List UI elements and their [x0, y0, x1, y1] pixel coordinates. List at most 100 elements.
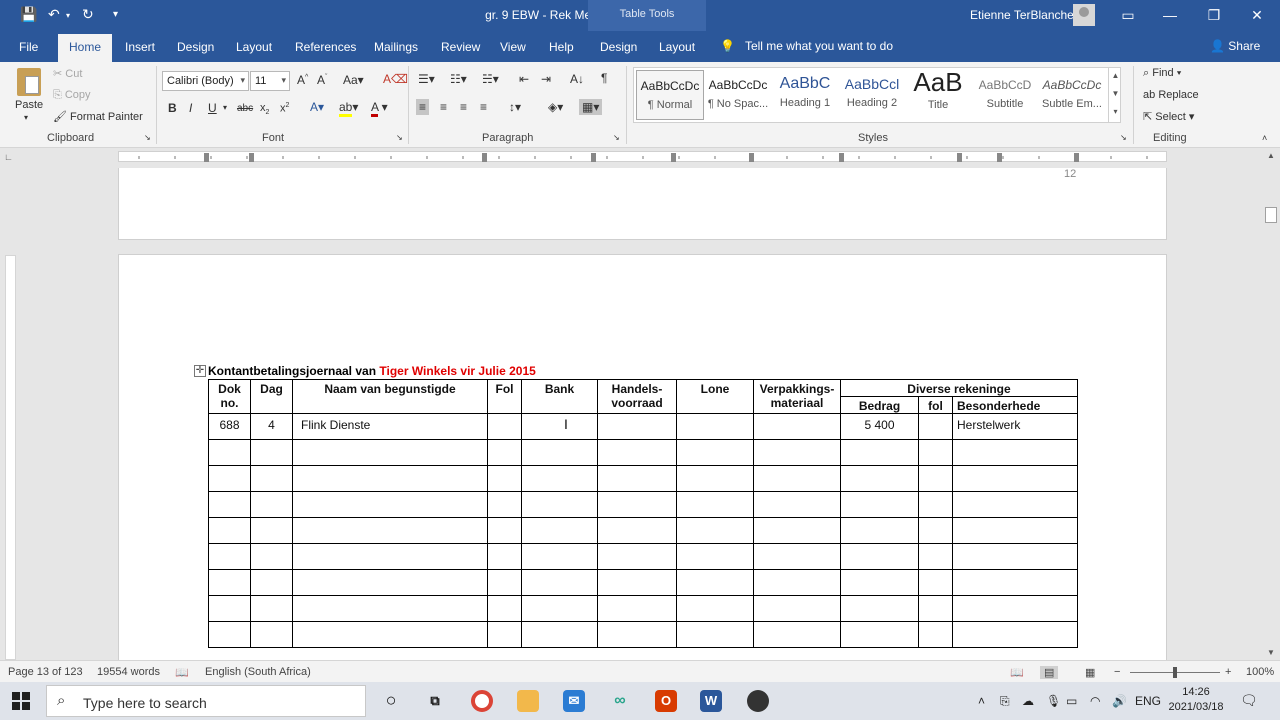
show-formatting-icon[interactable]: ¶ [601, 71, 607, 85]
empty-cell[interactable] [521, 621, 598, 648]
cell-fol[interactable] [487, 413, 522, 440]
tab-table-design[interactable]: Design [600, 40, 637, 54]
redo-icon[interactable]: ↻ [82, 6, 94, 23]
paste-dropdown-icon[interactable]: ▾ [24, 113, 28, 122]
style-normal[interactable]: AaBbCcDc ¶ Normal [636, 70, 704, 120]
empty-cell[interactable] [292, 517, 488, 544]
empty-cell[interactable] [292, 543, 488, 570]
borders-icon[interactable]: ▦▾ [579, 99, 603, 115]
empty-cell[interactable] [208, 491, 251, 518]
select-button[interactable]: ⇱ Select ▾ [1143, 110, 1194, 123]
header-lone[interactable]: Lone [676, 379, 754, 414]
empty-cell[interactable] [292, 439, 488, 466]
increase-indent-icon[interactable]: ⇥ [541, 72, 551, 86]
horizontal-ruler[interactable] [118, 151, 1167, 162]
cell-besonderhede[interactable]: Herstelwerk [952, 413, 1078, 440]
empty-cell[interactable] [208, 621, 251, 648]
language-indicator[interactable]: English (South Africa) [205, 666, 311, 678]
empty-cell[interactable] [250, 439, 293, 466]
empty-cell[interactable] [208, 439, 251, 466]
underline-icon[interactable]: U [208, 101, 217, 115]
empty-cell[interactable] [918, 465, 953, 492]
table-move-handle-icon[interactable]: ✛ [194, 365, 206, 377]
tell-me-search[interactable]: 💡 Tell me what you want to do [720, 39, 893, 53]
empty-cell[interactable] [753, 621, 841, 648]
user-name[interactable]: Etienne TerBlanche [970, 8, 1074, 22]
empty-cell[interactable] [840, 517, 919, 544]
undo-icon[interactable]: ↶ [48, 6, 60, 23]
empty-cell[interactable] [597, 621, 677, 648]
decrease-indent-icon[interactable]: ⇤ [519, 72, 529, 86]
volume-icon[interactable]: 🔊 [1112, 694, 1127, 708]
paste-button[interactable]: Paste [15, 99, 43, 111]
cell-bank[interactable]: I [521, 413, 598, 440]
zoom-in-icon[interactable]: + [1225, 666, 1231, 678]
empty-cell[interactable] [597, 517, 677, 544]
empty-cell[interactable] [487, 621, 522, 648]
copy-button[interactable]: ⎘ Copy [53, 89, 91, 102]
empty-cell[interactable] [952, 465, 1078, 492]
empty-cell[interactable] [487, 569, 522, 596]
empty-cell[interactable] [292, 621, 488, 648]
microphone-icon[interactable]: 🎙 [1046, 694, 1061, 708]
empty-cell[interactable] [597, 543, 677, 570]
tab-view[interactable]: View [500, 40, 526, 54]
header-verpakkings[interactable]: Verpakkings-materiaal [753, 379, 841, 414]
empty-cell[interactable] [840, 543, 919, 570]
header-naam[interactable]: Naam van begunstigde [292, 379, 488, 414]
subscript-icon[interactable]: x2 [260, 102, 269, 116]
empty-cell[interactable] [250, 543, 293, 570]
tab-selector-icon[interactable]: ∟ [4, 152, 16, 162]
empty-cell[interactable] [521, 595, 598, 622]
show-hidden-icons-icon[interactable]: ˄ [978, 694, 985, 708]
header-fol[interactable]: Fol [487, 379, 522, 414]
empty-cell[interactable] [753, 595, 841, 622]
bold-icon[interactable]: B [168, 101, 177, 115]
font-size-combo[interactable]: 11 [250, 71, 290, 91]
share-button[interactable]: 👤 Share [1210, 39, 1260, 53]
empty-cell[interactable] [487, 439, 522, 466]
empty-cell[interactable] [292, 465, 488, 492]
styles-launcher-icon[interactable]: ↘ [1120, 133, 1127, 142]
style-subtitle[interactable]: AaBbCcD Subtitle [971, 70, 1039, 120]
superscript-icon[interactable]: x2 [280, 102, 289, 115]
windows-start-icon[interactable] [12, 692, 30, 710]
office-icon[interactable]: O [655, 690, 677, 712]
zoom-level[interactable]: 100% [1246, 666, 1274, 678]
empty-cell[interactable] [250, 491, 293, 518]
vertical-scrollbar[interactable]: ▲ ▼ [1263, 148, 1279, 660]
empty-cell[interactable] [676, 439, 754, 466]
empty-cell[interactable] [676, 595, 754, 622]
empty-cell[interactable] [597, 491, 677, 518]
empty-cell[interactable] [250, 595, 293, 622]
file-explorer-icon[interactable] [517, 690, 539, 712]
language-tray[interactable]: ENG [1135, 694, 1161, 708]
empty-cell[interactable] [952, 543, 1078, 570]
empty-cell[interactable] [292, 569, 488, 596]
tab-mailings[interactable]: Mailings [374, 40, 418, 54]
empty-cell[interactable] [952, 439, 1078, 466]
underline-dropdown-icon[interactable]: ▾ [223, 103, 227, 112]
empty-cell[interactable] [918, 439, 953, 466]
empty-cell[interactable] [918, 621, 953, 648]
empty-cell[interactable] [676, 543, 754, 570]
usb-icon[interactable]: ⎘ [1000, 694, 1010, 709]
empty-cell[interactable] [521, 517, 598, 544]
empty-cell[interactable] [292, 491, 488, 518]
empty-cell[interactable] [521, 465, 598, 492]
paste-icon[interactable] [17, 68, 41, 96]
empty-cell[interactable] [753, 439, 841, 466]
tab-layout[interactable]: Layout [236, 40, 272, 54]
scrollbar-thumb[interactable] [1265, 207, 1277, 223]
empty-cell[interactable] [208, 517, 251, 544]
empty-cell[interactable] [840, 465, 919, 492]
shrink-font-icon[interactable]: Aˇ [317, 73, 327, 87]
undo-dropdown-icon[interactable]: ▾ [66, 11, 70, 20]
obs-icon[interactable] [747, 690, 769, 712]
empty-cell[interactable] [250, 517, 293, 544]
empty-cell[interactable] [250, 621, 293, 648]
cut-button[interactable]: ✂ Cut [53, 67, 82, 80]
font-color-icon[interactable]: A ▾ [371, 100, 388, 117]
empty-cell[interactable] [597, 465, 677, 492]
multilevel-list-icon[interactable]: ☵▾ [482, 72, 499, 86]
